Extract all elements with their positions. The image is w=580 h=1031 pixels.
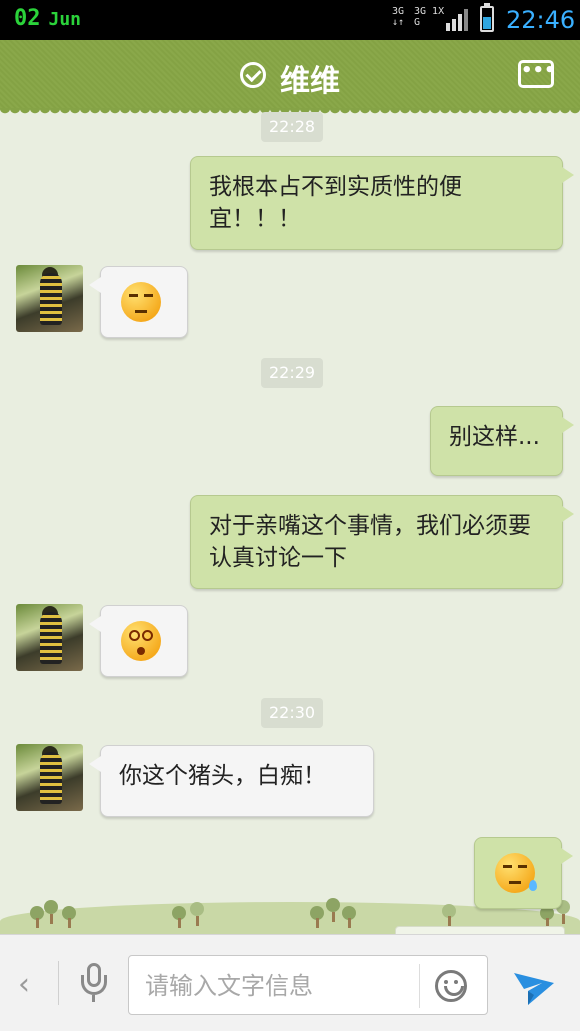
message-list[interactable]: 22:28 我根本占不到实质性的便宜！！！ 22:29 别这样... 对于亲嘴这… — [0, 108, 580, 934]
timestamp: 22:29 — [261, 358, 324, 388]
divider — [58, 961, 59, 1005]
message-bubble-out[interactable]: 对于亲嘴这个事情，我们必须要认真讨论一下 — [190, 495, 574, 589]
message-text: 对于亲嘴这个事情，我们必须要认真讨论一下 — [209, 513, 531, 571]
network-g-label: G — [414, 17, 421, 28]
status-day: 02 — [14, 6, 41, 31]
divider — [419, 964, 420, 1008]
network-arrows-label: ↓↑ — [392, 17, 405, 28]
send-icon[interactable] — [512, 963, 556, 1007]
signal-icon — [446, 9, 468, 31]
message-bubble-in[interactable] — [89, 605, 188, 677]
smiley-icon[interactable] — [435, 970, 467, 1002]
partial-message-bubble — [395, 926, 565, 934]
chat-title-area: 维维 — [0, 56, 580, 100]
grumpy-face-icon — [121, 282, 161, 322]
check-circle-icon — [240, 62, 266, 88]
message-text: 别这样... — [449, 424, 540, 450]
status-time: 22:46 — [506, 6, 576, 34]
chat-title: 维维 — [280, 64, 340, 99]
microphone-icon[interactable] — [80, 961, 108, 1005]
chat-header: 维维 ••• — [0, 40, 580, 114]
dizzy-face-icon — [121, 621, 161, 661]
message-input[interactable] — [145, 966, 405, 1006]
avatar[interactable] — [16, 265, 83, 332]
network-3g1x-label: 3G 1X — [414, 6, 445, 17]
status-bar: 02 Jun 3G ↓↑ 3G 1X G 22:46 — [0, 0, 580, 40]
message-bubble-out[interactable] — [474, 837, 573, 909]
status-month: Jun — [48, 9, 82, 30]
timestamp: 22:30 — [261, 698, 324, 728]
battery-icon — [480, 3, 494, 32]
more-button[interactable]: ••• — [518, 60, 556, 88]
message-text: 我根本占不到实质性的便宜！！！ — [209, 174, 462, 232]
timestamp: 22:28 — [261, 112, 324, 142]
more-icon: ••• — [521, 60, 556, 81]
avatar[interactable] — [16, 744, 83, 811]
status-date: 02 Jun — [14, 6, 81, 31]
chevron-left-icon[interactable]: ‹ — [18, 967, 30, 1002]
message-bubble-in[interactable]: 你这个猪头，白痴！ — [89, 745, 374, 817]
message-input-box[interactable] — [128, 955, 488, 1015]
message-text: 你这个猪头，白痴！ — [119, 763, 326, 789]
network-3g-icon: 3G ↓↑ — [392, 6, 404, 28]
input-bar: ‹ — [0, 934, 580, 1031]
network-3g1x-icon: 3G 1X G — [414, 6, 444, 28]
message-bubble-out[interactable]: 我根本占不到实质性的便宜！！！ — [190, 156, 574, 250]
avatar[interactable] — [16, 604, 83, 671]
message-bubble-out[interactable]: 别这样... — [430, 406, 574, 476]
message-bubble-in[interactable] — [89, 266, 188, 338]
network-3g-label: 3G — [392, 6, 405, 17]
battery-level — [483, 16, 491, 29]
sweat-face-icon — [495, 853, 537, 893]
